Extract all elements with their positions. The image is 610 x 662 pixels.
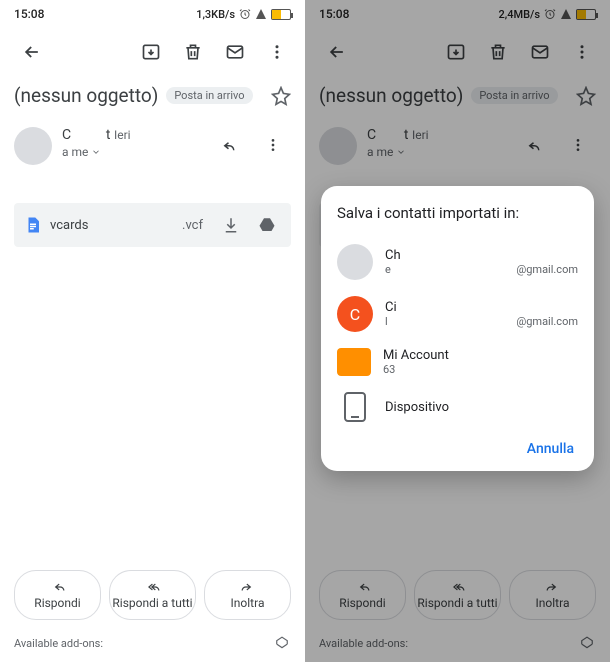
back-button[interactable] <box>14 34 50 70</box>
save-contacts-dialog: Salva i contatti importati in: Ch e@gmai… <box>321 186 594 471</box>
addons-icon[interactable] <box>273 636 291 650</box>
right-pane: 15:08 2,4MB/s (nessun oggetto) Posta in … <box>305 0 610 662</box>
account-option-4[interactable]: Dispositivo <box>337 384 578 430</box>
attachment-card[interactable]: vcards .vcf <box>14 203 291 247</box>
status-time: 15:08 <box>14 7 44 21</box>
device-icon <box>344 392 366 422</box>
status-net: 1,3KB/s <box>196 8 235 21</box>
save-to-drive-button[interactable] <box>253 207 281 243</box>
folder-icon <box>337 348 371 376</box>
sender-more-button[interactable] <box>255 127 291 163</box>
reply-all-button[interactable]: Rispondi a tutti <box>109 570 196 620</box>
account-option-2[interactable]: C Ci l@gmail.com <box>337 288 578 340</box>
account-avatar-icon: C <box>337 296 373 332</box>
folder-chip[interactable]: Posta in arrivo <box>166 87 252 104</box>
reply-button[interactable]: Rispondi <box>14 570 101 620</box>
sender-avatar[interactable] <box>14 127 52 165</box>
attachment-name: vcards <box>50 218 174 233</box>
recipient-dropdown[interactable]: a me <box>62 145 199 159</box>
star-button[interactable] <box>271 86 291 106</box>
account-avatar-icon <box>337 244 373 280</box>
file-icon <box>24 214 42 236</box>
delete-button[interactable] <box>175 34 211 70</box>
alarm-icon <box>239 8 251 20</box>
account-option-3[interactable]: Mi Account 63 <box>337 340 578 384</box>
battery-icon <box>271 9 291 20</box>
archive-button[interactable] <box>133 34 169 70</box>
mark-unread-button[interactable] <box>217 34 253 70</box>
account-option-1[interactable]: Ch e@gmail.com <box>337 236 578 288</box>
reply-icon-button[interactable] <box>209 127 245 163</box>
sender-name: C t Ieri <box>62 127 199 143</box>
status-bar: 15:08 1,3KB/s <box>0 0 305 28</box>
left-pane: 15:08 1,3KB/s (nessun oggetto) Posta in … <box>0 0 305 662</box>
dialog-cancel-button[interactable]: Annulla <box>527 441 574 457</box>
attachment-ext: .vcf <box>182 218 203 233</box>
subject-row: (nessun oggetto) Posta in arrivo <box>0 76 305 111</box>
action-row: Rispondi Rispondi a tutti Inoltra <box>14 570 291 620</box>
download-button[interactable] <box>217 207 245 243</box>
signal-icon <box>255 8 267 20</box>
forward-button[interactable]: Inoltra <box>204 570 291 620</box>
addons-label: Available add-ons: <box>14 637 103 650</box>
chevron-down-icon <box>91 147 101 157</box>
sender-row: C t Ieri a me <box>0 111 305 169</box>
addons-row: Available add-ons: <box>14 630 291 658</box>
toolbar <box>0 28 305 76</box>
dialog-title: Salva i contatti importati in: <box>337 204 578 222</box>
subject-text: (nessun oggetto) <box>14 84 158 107</box>
more-button[interactable] <box>259 34 295 70</box>
